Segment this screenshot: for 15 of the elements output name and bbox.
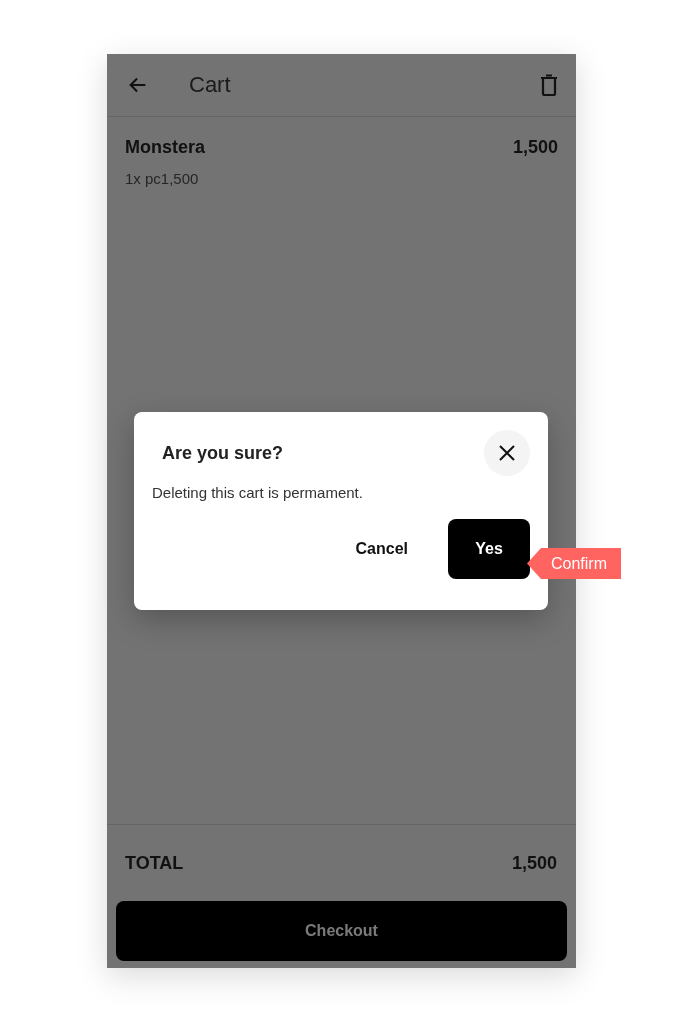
screen-title: Cart xyxy=(189,72,232,98)
item-name: Monstera xyxy=(125,137,205,158)
item-price: 1,500 xyxy=(512,137,558,158)
close-icon xyxy=(499,445,515,461)
trash-icon[interactable] xyxy=(540,74,558,96)
cancel-button[interactable]: Cancel xyxy=(351,536,412,562)
close-button[interactable] xyxy=(484,430,530,476)
yes-button[interactable]: Yes xyxy=(448,519,530,579)
annotation-tag: Confirm xyxy=(527,548,621,579)
dialog-message: Deleting this cart is permament. xyxy=(152,484,364,501)
total-value: 1,500 xyxy=(511,853,557,874)
dialog-title: Are you sure? xyxy=(162,442,284,464)
item-quantity: 1x pc1,500 xyxy=(125,170,200,187)
total-label: TOTAL xyxy=(125,853,184,874)
checkout-button[interactable]: Checkout xyxy=(116,901,567,961)
